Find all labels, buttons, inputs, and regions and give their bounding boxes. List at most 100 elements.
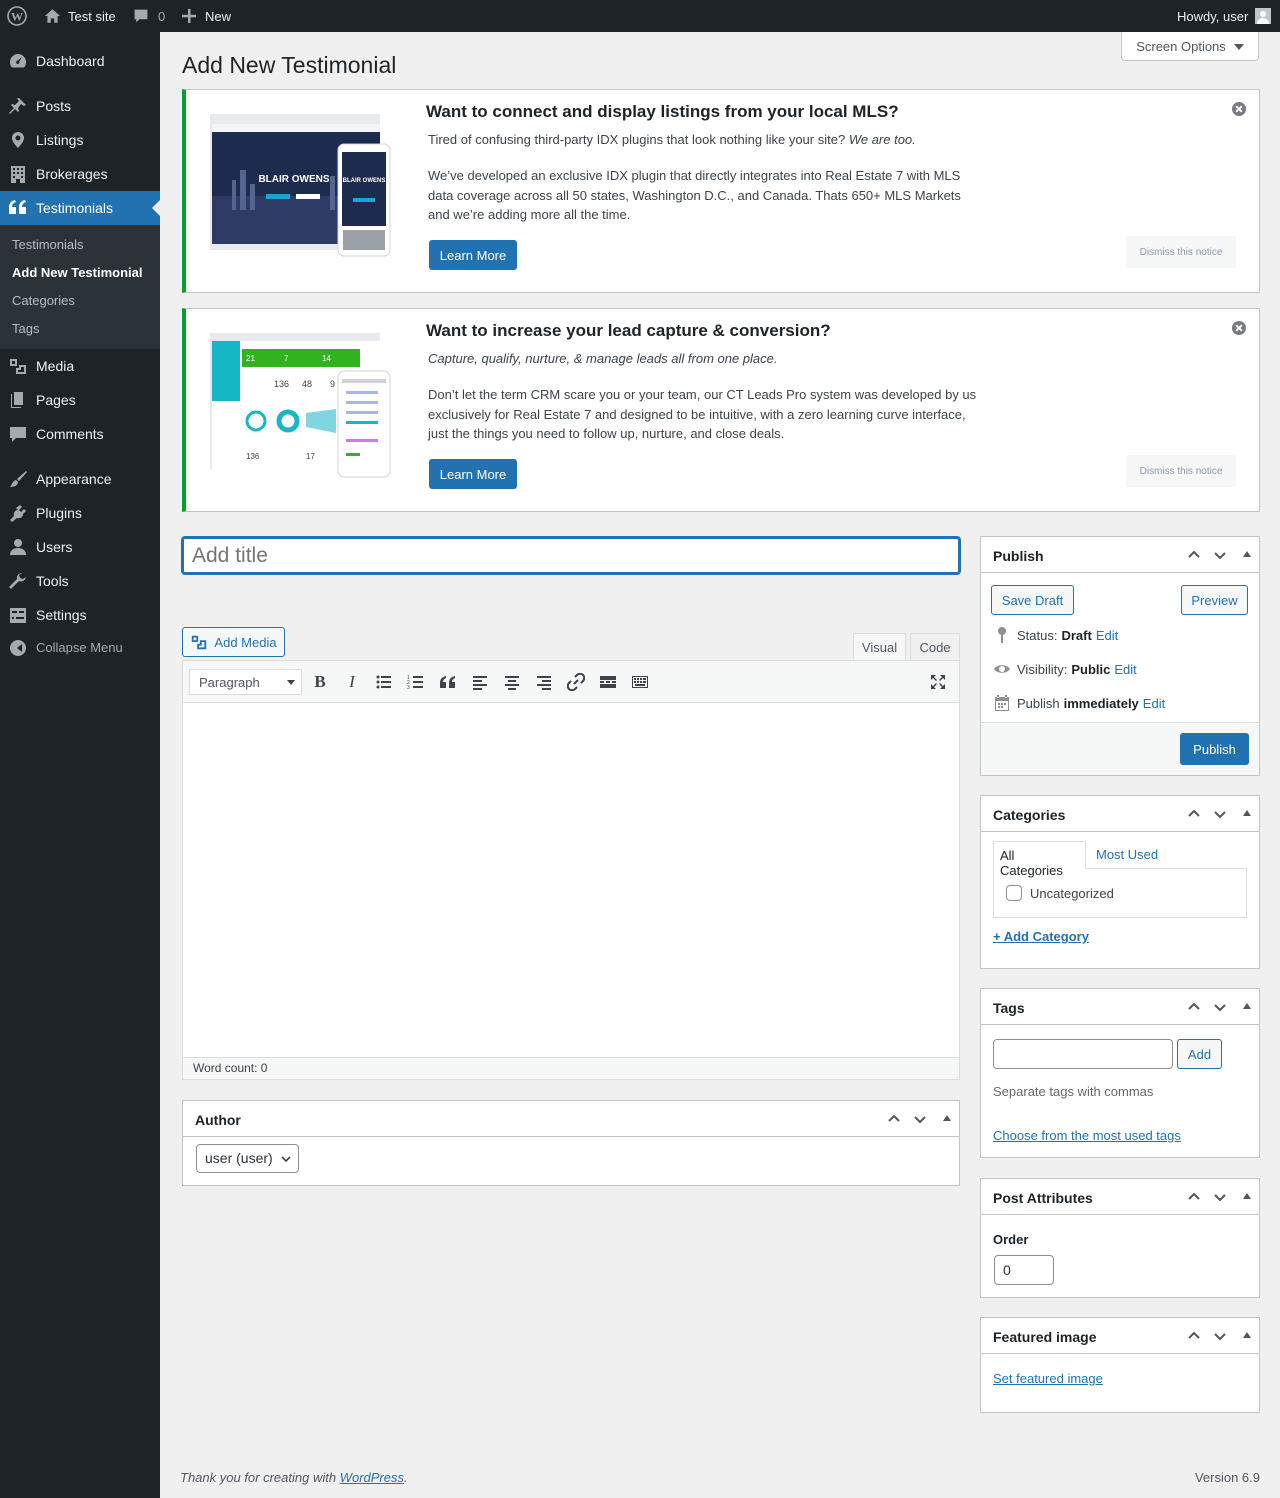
blockquote-icon[interactable] bbox=[437, 671, 459, 693]
toggle-panel-icon[interactable] bbox=[1243, 810, 1251, 816]
dismiss-notice-button[interactable]: Dismiss this notice bbox=[1126, 455, 1236, 487]
numbered-list-icon[interactable]: 123 bbox=[405, 671, 427, 693]
menu-item-media[interactable]: Media bbox=[0, 349, 160, 383]
menu-item-testimonials[interactable]: Testimonials bbox=[0, 191, 160, 225]
tab-all-categories[interactable]: All Categories bbox=[993, 841, 1086, 878]
move-up-icon[interactable] bbox=[1186, 999, 1202, 1015]
my-account-link[interactable]: Howdy, user bbox=[1177, 0, 1272, 32]
align-center-icon[interactable] bbox=[501, 671, 523, 693]
edit-visibility-link[interactable]: Edit bbox=[1114, 662, 1136, 677]
tags-input[interactable] bbox=[993, 1039, 1173, 1069]
stat-value: 136 bbox=[274, 379, 289, 389]
submenu-item-add-new[interactable]: Add New Testimonial bbox=[12, 265, 143, 280]
tab-most-used[interactable]: Most Used bbox=[1096, 847, 1158, 862]
brush-icon bbox=[8, 470, 28, 488]
link-icon[interactable] bbox=[565, 671, 587, 693]
uncategorized-checkbox[interactable] bbox=[1006, 885, 1022, 901]
toggle-panel-icon[interactable] bbox=[1243, 1193, 1251, 1199]
read-more-icon[interactable] bbox=[597, 671, 619, 693]
menu-label: Posts bbox=[36, 98, 72, 114]
stat-value: 21 bbox=[246, 354, 255, 363]
menu-item-settings[interactable]: Settings bbox=[0, 598, 160, 632]
preview-button[interactable]: Preview bbox=[1181, 585, 1248, 615]
move-up-icon[interactable] bbox=[1186, 806, 1202, 822]
toggle-panel-icon[interactable] bbox=[1243, 1003, 1251, 1009]
menu-item-users[interactable]: Users bbox=[0, 530, 160, 564]
toggle-panel-icon[interactable] bbox=[1243, 551, 1251, 557]
edit-status-link[interactable]: Edit bbox=[1096, 628, 1118, 643]
set-featured-image-link[interactable]: Set featured image bbox=[993, 1371, 1103, 1386]
publish-time-value: immediately bbox=[1063, 695, 1139, 711]
wrench-icon bbox=[8, 572, 28, 590]
align-left-icon[interactable] bbox=[469, 671, 491, 693]
comments-count: 0 bbox=[158, 8, 166, 24]
title-input[interactable] bbox=[181, 536, 961, 575]
publish-button[interactable]: Publish bbox=[1180, 733, 1249, 765]
italic-icon[interactable]: I bbox=[341, 671, 363, 693]
add-tag-button[interactable]: Add bbox=[1177, 1039, 1222, 1069]
wordpress-logo-icon[interactable]: W bbox=[7, 0, 27, 32]
site-name-link[interactable]: Test site bbox=[44, 0, 116, 32]
choose-tags-link[interactable]: Choose from the most used tags bbox=[993, 1128, 1181, 1143]
featured-image-box-header: Featured image bbox=[981, 1318, 1259, 1354]
screen-options-button[interactable]: Screen Options bbox=[1121, 32, 1259, 61]
bold-icon[interactable]: B bbox=[309, 671, 331, 693]
move-up-icon[interactable] bbox=[1186, 1328, 1202, 1344]
bullet-list-icon[interactable] bbox=[373, 671, 395, 693]
toggle-panel-icon[interactable] bbox=[943, 1115, 951, 1121]
edit-publish-time-link[interactable]: Edit bbox=[1143, 696, 1165, 711]
building-icon bbox=[8, 165, 28, 183]
tab-code[interactable]: Code bbox=[910, 633, 960, 661]
move-down-icon[interactable] bbox=[912, 1111, 928, 1127]
move-down-icon[interactable] bbox=[1212, 806, 1228, 822]
menu-item-plugins[interactable]: Plugins bbox=[0, 496, 160, 530]
menu-item-tools[interactable]: Tools bbox=[0, 564, 160, 598]
new-content-link[interactable]: New bbox=[182, 0, 231, 32]
learn-more-button[interactable]: Learn More bbox=[429, 240, 517, 270]
author-select[interactable]: user (user) bbox=[196, 1144, 299, 1173]
move-down-icon[interactable] bbox=[1212, 1328, 1228, 1344]
move-down-icon[interactable] bbox=[1212, 999, 1228, 1015]
media-icon bbox=[8, 357, 28, 375]
menu-item-listings[interactable]: Listings bbox=[0, 123, 160, 157]
toggle-panel-icon[interactable] bbox=[1243, 1332, 1251, 1338]
close-icon[interactable] bbox=[1232, 102, 1246, 116]
tab-visual[interactable]: Visual bbox=[853, 633, 906, 661]
close-icon[interactable] bbox=[1232, 321, 1246, 335]
fullscreen-icon[interactable] bbox=[927, 671, 949, 693]
editor-body[interactable] bbox=[183, 704, 959, 1056]
menu-item-appearance[interactable]: Appearance bbox=[0, 462, 160, 496]
order-input[interactable]: 0 bbox=[994, 1255, 1054, 1285]
move-up-icon[interactable] bbox=[1186, 547, 1202, 563]
comment-icon bbox=[134, 9, 148, 23]
submenu-item-all-testimonials[interactable]: Testimonials bbox=[12, 237, 84, 252]
save-draft-button[interactable]: Save Draft bbox=[991, 585, 1074, 615]
submenu-item-tags[interactable]: Tags bbox=[12, 321, 39, 336]
collapse-menu-button[interactable]: Collapse Menu bbox=[0, 636, 160, 660]
menu-item-posts[interactable]: Posts bbox=[0, 89, 160, 123]
menu-item-brokerages[interactable]: Brokerages bbox=[0, 157, 160, 191]
toolbar-toggle-icon[interactable] bbox=[629, 671, 651, 693]
submenu-item-categories[interactable]: Categories bbox=[12, 293, 75, 308]
pin-icon bbox=[993, 626, 1011, 644]
order-label: Order bbox=[993, 1232, 1029, 1247]
menu-item-dashboard[interactable]: Dashboard bbox=[0, 44, 160, 78]
add-media-button[interactable]: Add Media bbox=[182, 627, 285, 657]
move-up-icon[interactable] bbox=[1186, 1189, 1202, 1205]
learn-more-button[interactable]: Learn More bbox=[429, 459, 517, 489]
wordpress-link[interactable]: WordPress bbox=[340, 1470, 404, 1485]
menu-item-comments[interactable]: Comments bbox=[0, 417, 160, 451]
categories-box-header: Categories bbox=[981, 796, 1259, 832]
add-category-link[interactable]: + Add Category bbox=[993, 929, 1089, 944]
move-down-icon[interactable] bbox=[1212, 1189, 1228, 1205]
author-select-value: user (user) bbox=[205, 1150, 273, 1166]
align-right-icon[interactable] bbox=[533, 671, 555, 693]
dismiss-notice-button[interactable]: Dismiss this notice bbox=[1126, 236, 1236, 268]
menu-item-pages[interactable]: Pages bbox=[0, 383, 160, 417]
format-select[interactable]: Paragraph bbox=[189, 669, 302, 695]
author-box: Author user (user) bbox=[182, 1100, 960, 1186]
move-down-icon[interactable] bbox=[1212, 547, 1228, 563]
comments-link[interactable]: 0 bbox=[133, 0, 165, 32]
move-up-icon[interactable] bbox=[886, 1111, 902, 1127]
publish-box: Publish Save Draft Preview Status: Draft… bbox=[980, 536, 1260, 776]
